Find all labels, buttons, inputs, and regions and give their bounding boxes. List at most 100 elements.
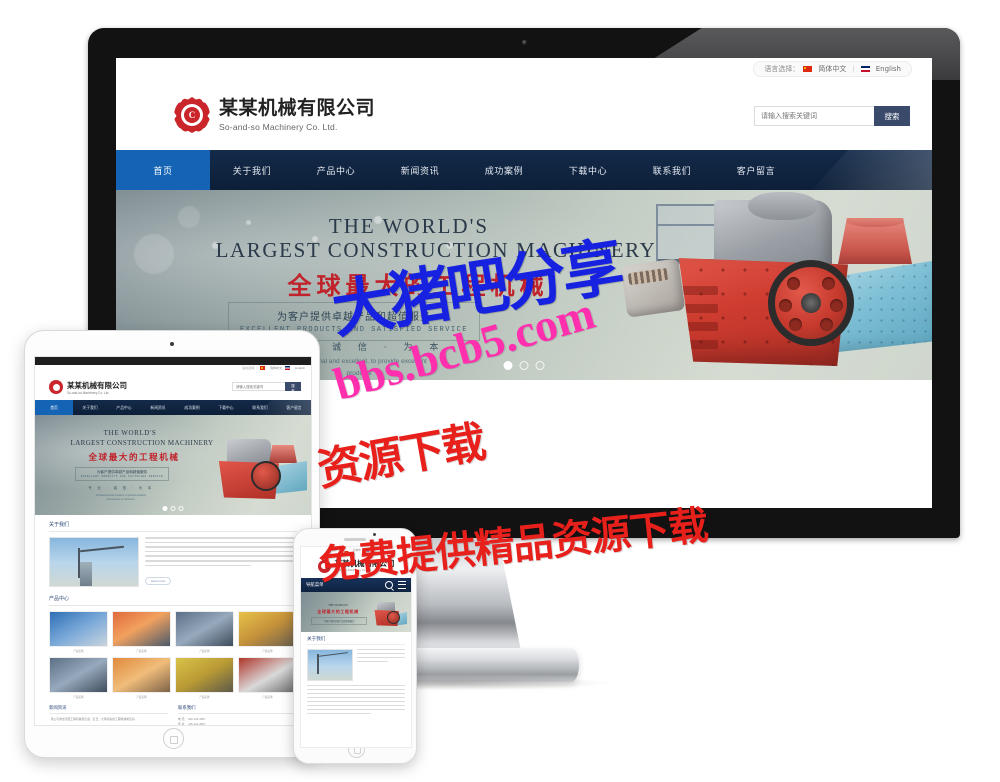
tablet-navigation[interactable]: 首页 关于我们 产品中心 新闻资讯 成功案例 下载中心 联系我们 客户留言: [35, 400, 311, 415]
tablet-screen: 语言选择： 简体中文 English 某某机械有限公司 So-and-so Ma…: [34, 356, 312, 726]
nav-item-home[interactable]: 首页: [116, 150, 210, 190]
tablet-site-logo[interactable]: 某某机械有限公司 So-and-so Machinery Co. Ltd.: [49, 380, 127, 395]
tablet-device: 语言选择： 简体中文 English 某某机械有限公司 So-and-so Ma…: [24, 330, 320, 758]
tablet-product-caption: 产品名称: [199, 696, 210, 700]
tablet-site-header: 某某机械有限公司 So-and-so Machinery Co. Ltd. 搜索: [35, 374, 311, 400]
hamburger-menu-icon[interactable]: [398, 581, 406, 589]
uk-flag-icon: [860, 66, 870, 72]
tablet-product-caption: 产品名称: [262, 696, 273, 700]
phone-speaker-grille: [344, 538, 366, 541]
tablet-hero-title-en-line2: LARGEST CONSTRUCTION MACHINERY: [70, 439, 214, 447]
tablet-hero-title-en-line1: THE WORLD'S: [103, 429, 157, 437]
crane-graphic: [58, 544, 128, 582]
tablet-nav-item-contact[interactable]: 联系我们: [243, 400, 277, 415]
company-name-cn: 某某机械有限公司: [219, 97, 376, 120]
phone-language-bar[interactable]: 语言选择： 简体中文 English: [301, 547, 411, 556]
tablet-language-label: 语言选择：: [242, 366, 258, 370]
tablet-product-card[interactable]: 产品名称: [112, 611, 171, 653]
site-utility-bar: 语言选择： 简体中文 | English: [116, 58, 932, 80]
search-icon[interactable]: [385, 581, 393, 589]
search-box[interactable]: 搜索: [754, 106, 910, 126]
tablet-nav-item-home[interactable]: 首页: [35, 400, 73, 415]
tablet-product-card[interactable]: 产品名称: [238, 611, 297, 653]
tablet-product-card[interactable]: 产品名称: [175, 657, 234, 699]
search-input[interactable]: [754, 106, 874, 126]
tablet-about-section: 关于我们 learn more: [35, 515, 311, 589]
tablet-product-caption: 产品名称: [262, 650, 273, 654]
tablet-product-card[interactable]: 产品名称: [49, 611, 108, 653]
phone-company-name-cn: 某某机械有限公司: [334, 558, 395, 568]
tablet-search-box[interactable]: 搜索: [232, 382, 301, 393]
tablet-china-flag-icon: [260, 366, 266, 370]
language-option-chinese[interactable]: 简体中文: [818, 64, 846, 74]
tablet-nav-item-products[interactable]: 产品中心: [107, 400, 141, 415]
tablet-search-button[interactable]: 搜索: [285, 382, 301, 393]
china-flag-icon: [803, 66, 813, 72]
phone-navigation-bar[interactable]: 导航菜单: [301, 578, 411, 592]
tablet-product-caption: 产品名称: [136, 650, 147, 654]
nav-item-products[interactable]: 产品中心: [294, 150, 378, 190]
tablet-about-title: 关于我们: [49, 521, 297, 532]
hero-title-en-line1: THE WORLD'S: [328, 214, 490, 238]
carousel-dot-2[interactable]: [519, 361, 529, 370]
tablet-nav-item-news[interactable]: 新闻资讯: [141, 400, 175, 415]
tablet-uk-flag-icon: [285, 366, 291, 370]
carousel-dot-3[interactable]: [535, 361, 545, 370]
phone-language-option-english[interactable]: English: [375, 551, 384, 554]
tablet-language-bar[interactable]: 语言选择： 简体中文 English: [35, 365, 311, 374]
tablet-hero-banner: THE WORLD'S LARGEST CONSTRUCTION MACHINE…: [35, 415, 311, 515]
tablet-learn-more-button[interactable]: learn more: [145, 577, 172, 586]
tablet-language-option-chinese[interactable]: 简体中文: [270, 366, 282, 370]
tablet-contact-title: 联系我们: [178, 705, 297, 715]
tablet-news-section: 新闻资讯 · 我公司参加全国工程机械展览会，近日，全球领先的工程机械制造商...: [49, 705, 168, 725]
site-header: C 某某机械有限公司 So-and-so Machinery Co. Ltd. …: [116, 80, 932, 150]
carousel-dot-1[interactable]: [503, 361, 513, 370]
tablet-home-button[interactable]: [162, 728, 184, 749]
tablet-hero-subtitle-box: 为客户提供卓越产品和超值服务 EXCELLENT PRODUCTS AND SA…: [75, 467, 169, 481]
language-selector[interactable]: 语言选择： 简体中文 | English: [753, 61, 912, 77]
tablet-news-title: 新闻资讯: [49, 705, 168, 715]
tablet-product-caption: 产品名称: [199, 650, 210, 654]
nav-item-cases[interactable]: 成功案例: [462, 150, 546, 190]
phone-about-title: 关于我们: [307, 636, 405, 645]
tablet-carousel-dot-3[interactable]: [178, 506, 184, 511]
phone-hero-banner: THE WORLD'S 全球最大的工程机械 为客户提供卓越产品和超值服务: [301, 592, 411, 632]
company-name-en: So-and-so Machinery Co. Ltd.: [219, 121, 338, 132]
tablet-product-card[interactable]: 产品名称: [49, 657, 108, 699]
phone-camera-icon: [373, 533, 376, 536]
tablet-nav-item-cases[interactable]: 成功案例: [175, 400, 209, 415]
tablet-product-card[interactable]: 产品名称: [238, 657, 297, 699]
tablet-search-input[interactable]: [232, 382, 285, 391]
phone-site-header[interactable]: 某某机械有限公司 So-and-so Machinery Co. Ltd.: [301, 554, 411, 578]
tablet-news-item[interactable]: · 我公司参加全国工程机械展览会，近日，全球领先的工程机械制造商...: [49, 717, 168, 722]
language-option-english[interactable]: English: [876, 65, 901, 73]
phone-language-option-chinese[interactable]: 简体中文: [353, 548, 363, 556]
main-navigation[interactable]: 首页 关于我们 产品中心 新闻资讯 成功案例 下载中心 联系我们 客户留言: [116, 150, 932, 190]
logo-text-block: 某某机械有限公司 So-and-so Machinery Co. Ltd.: [219, 97, 376, 132]
nav-item-contact[interactable]: 联系我们: [630, 150, 714, 190]
tablet-company-name-cn: 某某机械有限公司: [67, 380, 127, 390]
tablet-nav-item-about[interactable]: 关于我们: [73, 400, 107, 415]
nav-item-feedback[interactable]: 客户留言: [714, 150, 798, 190]
tablet-nav-item-downloads[interactable]: 下载中心: [209, 400, 243, 415]
tablet-hero-subtitle-en: EXCELLENT PRODUCTS AND SATISFIED SERVICE: [80, 475, 164, 478]
tablet-product-card[interactable]: 产品名称: [175, 611, 234, 653]
tablet-contact-fax: 传 真： +86-123-4567: [178, 722, 206, 726]
tablet-product-card[interactable]: 产品名称: [112, 657, 171, 699]
tablet-carousel-dot-1[interactable]: [162, 506, 168, 511]
tablet-nav-item-feedback[interactable]: 客户留言: [277, 400, 311, 415]
nav-item-about[interactable]: 关于我们: [210, 150, 294, 190]
nav-item-downloads[interactable]: 下载中心: [546, 150, 630, 190]
tablet-hero-description: Professional and excellent, to provide e…: [71, 494, 171, 503]
tablet-carousel-indicators[interactable]: [162, 506, 184, 511]
tablet-contact-section: 联系我们 电 话： 400-123-4567 传 真： +86-123-4567: [178, 705, 297, 726]
carousel-indicators[interactable]: [503, 361, 545, 370]
nav-item-news[interactable]: 新闻资讯: [378, 150, 462, 190]
tablet-gear-logo-icon: [49, 380, 63, 394]
tablet-carousel-dot-2[interactable]: [170, 506, 176, 511]
tablet-company-name-en: So-and-so Machinery Co. Ltd.: [67, 390, 110, 395]
language-divider: |: [852, 65, 855, 73]
tablet-language-option-english[interactable]: English: [295, 366, 305, 370]
site-logo[interactable]: C 某某机械有限公司 So-and-so Machinery Co. Ltd.: [174, 97, 375, 133]
search-button[interactable]: 搜索: [874, 106, 910, 126]
